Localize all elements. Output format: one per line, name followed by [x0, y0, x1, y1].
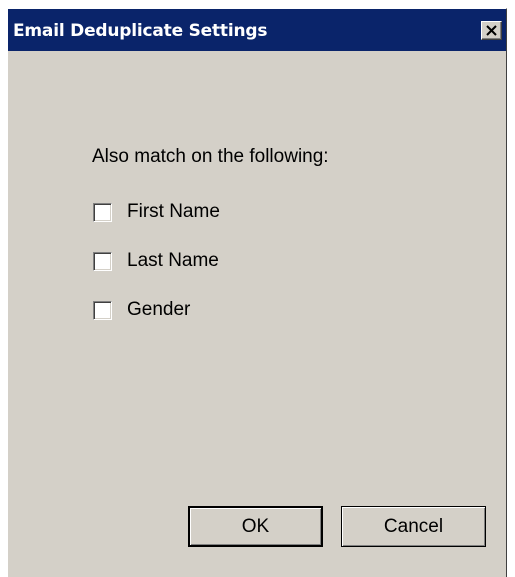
- cancel-button[interactable]: Cancel: [341, 506, 486, 547]
- close-button[interactable]: [481, 21, 502, 40]
- close-icon: [486, 25, 497, 36]
- last-name-label[interactable]: Last Name: [127, 250, 219, 272]
- first-name-checkbox[interactable]: [93, 202, 112, 222]
- last-name-checkbox-row[interactable]: Last Name: [93, 249, 219, 273]
- window-title: Email Deduplicate Settings: [13, 21, 268, 41]
- gender-label[interactable]: Gender: [127, 299, 190, 321]
- title-bar[interactable]: Email Deduplicate Settings: [8, 9, 506, 51]
- first-name-label[interactable]: First Name: [127, 201, 220, 223]
- first-name-checkbox-row[interactable]: First Name: [93, 200, 220, 224]
- gender-checkbox-row[interactable]: Gender: [93, 298, 190, 322]
- gender-checkbox[interactable]: [93, 300, 112, 320]
- ok-button[interactable]: OK: [188, 506, 323, 547]
- match-prompt-label: Also match on the following:: [92, 146, 329, 167]
- last-name-checkbox[interactable]: [93, 251, 112, 271]
- dialog-window: Email Deduplicate Settings Also match on…: [7, 8, 507, 577]
